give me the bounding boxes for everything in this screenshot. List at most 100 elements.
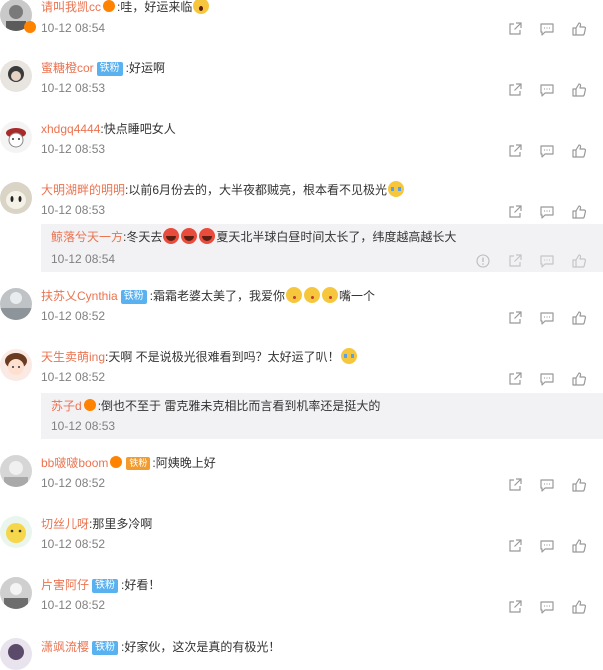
like-icon[interactable]	[571, 310, 587, 326]
timestamp: 10-12 08:52	[41, 537, 106, 551]
comment-text: :快点睡吧女人	[100, 122, 176, 136]
member-icon	[110, 456, 123, 468]
share-icon[interactable]	[507, 477, 523, 493]
comment-actions	[507, 82, 597, 98]
timestamp: 10-12 08:52	[41, 476, 106, 490]
comment-text: :天啊 不是说极光很难看到吗？太好运了叭！	[105, 350, 340, 364]
username[interactable]: 蜜糖橙cor	[41, 61, 94, 75]
avatar[interactable]	[0, 638, 32, 670]
timestamp: 10-12 08:53	[41, 142, 106, 156]
comment-line: 蜜糖橙cor 铁粉:好运啊	[41, 59, 165, 77]
avatar[interactable]	[0, 516, 32, 548]
avatar[interactable]	[0, 182, 32, 214]
like-icon[interactable]	[571, 82, 587, 98]
timestamp: 10-12 08:53	[41, 203, 106, 217]
comment-actions	[507, 143, 597, 159]
reply-timestamp: 10-12 08:53	[51, 419, 116, 433]
share-icon[interactable]	[507, 310, 523, 326]
comment-line: bb啵啵boom 铁粉:阿姨晚上好	[41, 454, 216, 472]
comment-text: :好看！	[121, 578, 161, 592]
fan-badge: 铁粉	[126, 457, 151, 470]
reply-text: :倒也不至于 雷克雅未克相比而言看到机率还是挺大的	[97, 399, 381, 413]
share-icon[interactable]	[507, 599, 523, 615]
emoji-icon	[388, 181, 405, 197]
comment-text: :好运啊	[125, 61, 166, 75]
like-icon[interactable]	[571, 538, 587, 554]
like-icon[interactable]	[571, 21, 587, 37]
avatar[interactable]	[0, 60, 32, 92]
comment-icon[interactable]	[539, 310, 555, 326]
username[interactable]: xhdgq4444	[41, 122, 100, 136]
comment-line: 潇飒流樱 铁粉:好家伙，这次是真的有极光！	[41, 638, 280, 656]
avatar[interactable]	[0, 455, 32, 487]
reply-box: 鲸落兮天一方:冬天去 夏天北半球白昼时间太长了，纬度越高越长大 10-12 08:…	[41, 224, 603, 272]
like-icon[interactable]	[571, 371, 587, 387]
username[interactable]: 扶苏乂Cynthia	[41, 289, 118, 303]
share-icon[interactable]	[507, 253, 523, 269]
like-icon[interactable]	[571, 599, 587, 615]
username[interactable]: 潇飒流樱	[41, 640, 89, 654]
verified-icon	[24, 21, 36, 33]
comment-line: 片害阿仔 铁粉:好看！	[41, 576, 160, 594]
reply-username[interactable]: 鲸落兮天一方	[51, 230, 123, 244]
comment-actions	[507, 538, 597, 554]
fan-badge: 铁粉	[96, 62, 123, 76]
comment-icon[interactable]	[539, 82, 555, 98]
reply-line: 鲸落兮天一方:冬天去 夏天北半球白昼时间太长了，纬度越高越长大	[51, 228, 456, 246]
comment-text: :哇，好运来临	[117, 0, 193, 14]
share-icon[interactable]	[507, 82, 523, 98]
comment-icon[interactable]	[539, 599, 555, 615]
like-icon[interactable]	[571, 204, 587, 220]
comment-line: 扶苏乂Cynthia 铁粉:霜霜老婆太美了，我爱你 嘴一个	[41, 287, 375, 305]
comment-icon[interactable]	[539, 371, 555, 387]
username[interactable]: 请叫我凯cc	[41, 0, 101, 14]
username[interactable]: 片害阿仔	[41, 578, 89, 592]
comment-icon[interactable]	[539, 21, 555, 37]
like-icon[interactable]	[571, 143, 587, 159]
avatar[interactable]	[0, 121, 32, 153]
comment-icon[interactable]	[539, 253, 555, 269]
timestamp: 10-12 08:52	[41, 309, 106, 323]
comment-actions	[507, 21, 597, 37]
avatar[interactable]	[0, 349, 32, 381]
share-icon[interactable]	[507, 204, 523, 220]
avatar[interactable]	[0, 288, 32, 320]
share-icon[interactable]	[507, 21, 523, 37]
comment-text: :那里多冷啊	[89, 517, 153, 531]
timestamp: 10-12 08:52	[41, 370, 106, 384]
share-icon[interactable]	[507, 538, 523, 554]
fan-badge: 铁粉	[92, 641, 119, 655]
share-icon[interactable]	[507, 143, 523, 159]
emoji-icon	[304, 287, 321, 303]
reply-username[interactable]: 苏子d	[51, 399, 82, 413]
avatar[interactable]	[0, 577, 32, 609]
fan-badge: 铁粉	[92, 579, 119, 593]
comment-text: :好家伙，这次是真的有极光！	[121, 640, 281, 654]
comment-icon[interactable]	[539, 477, 555, 493]
comment-icon[interactable]	[539, 143, 555, 159]
comment-actions	[507, 477, 597, 493]
comment-line: 天生卖萌ing:天啊 不是说极光很难看到吗？太好运了叭！	[41, 348, 358, 366]
emoji-icon	[286, 287, 303, 303]
member-icon	[103, 0, 116, 12]
emoji-icon	[199, 228, 216, 244]
reply-box: 苏子d :倒也不至于 雷克雅未克相比而言看到机率还是挺大的 10-12 08:53	[41, 393, 603, 439]
comment-line: xhdgq4444:快点睡吧女人	[41, 120, 176, 138]
like-icon[interactable]	[571, 253, 587, 269]
comment-text: 嘴一个	[339, 289, 376, 303]
share-icon[interactable]	[507, 371, 523, 387]
emoji-icon	[322, 287, 339, 303]
username[interactable]: 切丝儿呀	[41, 517, 89, 531]
timestamp: 10-12 08:52	[41, 598, 106, 612]
report-icon[interactable]	[475, 253, 491, 269]
username[interactable]: bb啵啵boom	[41, 456, 108, 470]
emoji-icon	[340, 348, 357, 364]
comment-icon[interactable]	[539, 538, 555, 554]
comment-actions	[507, 599, 597, 615]
like-icon[interactable]	[571, 477, 587, 493]
comment-icon[interactable]	[539, 204, 555, 220]
username[interactable]: 天生卖萌ing	[41, 350, 105, 364]
reply-line: 苏子d :倒也不至于 雷克雅未克相比而言看到机率还是挺大的	[51, 397, 380, 415]
username[interactable]: 大明湖畔的明明	[41, 183, 125, 197]
reply-timestamp: 10-12 08:54	[51, 252, 116, 266]
